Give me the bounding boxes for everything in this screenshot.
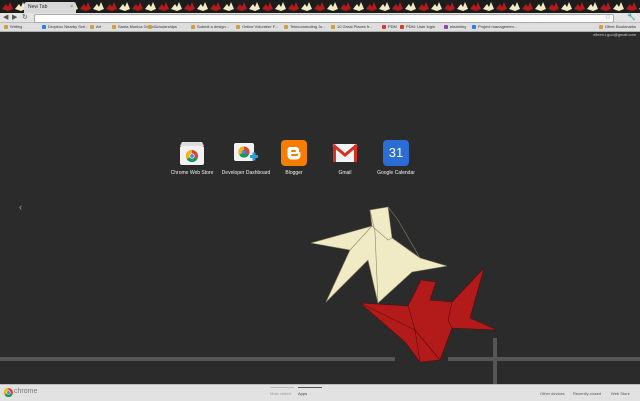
chrome-web-store-icon bbox=[179, 140, 205, 166]
pager-apps[interactable]: Apps bbox=[298, 391, 307, 396]
other-devices-menu[interactable]: Other devices bbox=[540, 391, 565, 396]
calendar-day-number: 31 bbox=[388, 145, 404, 160]
previous-page-arrow[interactable]: ‹ bbox=[19, 202, 22, 212]
app-label: Google Calendar bbox=[377, 170, 415, 176]
google-calendar-icon: 31 bbox=[383, 140, 409, 166]
app-tile[interactable]: 31 Google Calendar bbox=[366, 140, 426, 176]
theme-artwork bbox=[0, 206, 640, 384]
bottom-bar: chrome Most visited Apps Other devices R… bbox=[0, 384, 640, 401]
pager-indicator-most-visited bbox=[270, 387, 294, 388]
pager-most-visited[interactable]: Most visited bbox=[270, 391, 291, 396]
app-label: Chrome Web Store bbox=[170, 170, 214, 176]
app-tile[interactable]: Chrome Web Store bbox=[162, 140, 222, 176]
gmail-icon bbox=[332, 140, 358, 166]
blogger-icon bbox=[281, 140, 307, 166]
pager-indicator-apps bbox=[298, 387, 322, 388]
floor-line-left bbox=[0, 357, 395, 361]
chrome-logo-icon bbox=[4, 388, 13, 397]
web-store-link[interactable]: Web Store bbox=[611, 391, 630, 396]
recently-closed-menu[interactable]: Recently closed bbox=[573, 391, 601, 396]
chrome-brand-text: chrome bbox=[14, 388, 38, 395]
developer-dashboard-icon bbox=[233, 140, 259, 166]
floor-line-right bbox=[448, 357, 640, 361]
post-left bbox=[493, 338, 497, 384]
